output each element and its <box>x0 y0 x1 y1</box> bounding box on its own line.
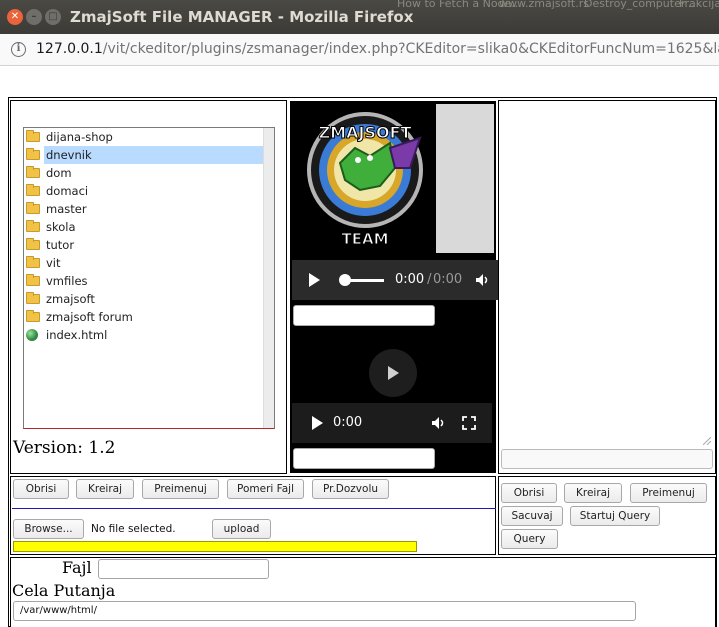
url-path: /vit/ckeditor/plugins/zsmanager/index.ph… <box>102 41 719 57</box>
create-button[interactable]: Kreiraj <box>76 479 134 499</box>
folder-icon <box>26 166 40 178</box>
folder-icon <box>26 256 40 268</box>
upload-progress-bar <box>13 541 417 552</box>
divider-line <box>12 508 496 509</box>
background-tabs: How to Fetch a Node... www.zmajsoft.rs D… <box>389 0 719 12</box>
version-label: Version: 1.2 <box>13 438 116 458</box>
tree-item-zmajsoft-forum[interactable]: zmajsoft forum <box>24 308 264 326</box>
info-icon[interactable]: i <box>11 42 26 57</box>
tree-item-label: dom <box>46 166 72 180</box>
volume-icon[interactable] <box>431 416 445 430</box>
background-tab[interactable]: www.zmajsoft.rs <box>499 0 589 10</box>
folder-icon <box>26 184 40 196</box>
tree-item-vit[interactable]: vit <box>24 254 264 272</box>
query-button[interactable]: Query <box>501 529 558 549</box>
tree-item-index-html[interactable]: index.html <box>24 326 264 344</box>
query-rename-button[interactable]: Preimenuj <box>630 483 707 503</box>
folder-icon <box>26 202 40 214</box>
tree-item-label: master <box>46 202 87 216</box>
tree-item-label: domaci <box>46 184 89 198</box>
tree-scrollbar[interactable] <box>263 128 274 428</box>
query-create-button[interactable]: Kreiraj <box>564 483 622 503</box>
folder-tree[interactable]: dijana-shop dnevnik dom domaci master sk… <box>23 127 275 429</box>
tree-item-tutor[interactable]: tutor <box>24 236 264 254</box>
logo-text-top: ZMAJSOFT <box>319 123 412 142</box>
logo-text-bottom: TEAM <box>341 230 388 248</box>
full-path-value: /var/www/html/ <box>20 605 97 616</box>
rename-button[interactable]: Preimenuj <box>142 479 219 499</box>
audio-caption-input[interactable] <box>293 305 435 326</box>
image-preview-box <box>436 104 494 253</box>
window-titlebar: ✕ – □ ZmajSoft File MANAGER - Mozilla Fi… <box>0 0 719 34</box>
close-window-button[interactable]: ✕ <box>7 9 23 25</box>
tree-item-label: zmajsoft forum <box>46 310 133 324</box>
full-path-label: Cela Putanja <box>12 581 116 600</box>
tree-item-label: index.html <box>46 328 108 342</box>
selected-file-status: No file selected. <box>91 523 176 535</box>
maximize-window-button[interactable]: □ <box>45 9 61 25</box>
full-path-input[interactable] <box>13 601 636 621</box>
video-play-button[interactable] <box>369 349 417 397</box>
browse-button[interactable]: Browse... <box>13 519 84 539</box>
resize-handle-icon[interactable] <box>703 437 711 445</box>
zmajsoft-logo: ZMAJSOFT TEAM <box>307 112 423 249</box>
folder-icon <box>26 274 40 286</box>
video-player-controls[interactable]: 0:00 <box>292 403 492 443</box>
upload-button[interactable]: upload <box>212 519 271 539</box>
tree-item-label: tutor <box>46 238 75 252</box>
url-text[interactable]: 127.0.0.1/vit/ckeditor/plugins/zsmanager… <box>36 41 719 57</box>
tree-item-dijana-shop[interactable]: dijana-shop <box>24 128 264 146</box>
save-button[interactable]: Sacuvaj <box>501 506 563 526</box>
file-name-input[interactable] <box>98 559 269 579</box>
play-icon[interactable] <box>309 273 320 287</box>
tree-item-label: vmfiles <box>46 274 88 288</box>
folder-icon <box>26 148 40 160</box>
tree-item-skola[interactable]: skola <box>24 218 264 236</box>
folder-icon <box>26 292 40 304</box>
move-file-button[interactable]: Pomeri Fajl <box>227 479 304 499</box>
editor-textarea[interactable] <box>500 101 715 447</box>
audio-progress-knob[interactable] <box>339 274 351 286</box>
tree-item-master[interactable]: master <box>24 200 264 218</box>
minimize-window-button[interactable]: – <box>26 9 42 25</box>
window-title: ZmajSoft File MANAGER - Mozilla Firefox <box>70 8 414 26</box>
tree-item-label: dnevnik <box>44 146 264 164</box>
folder-icon <box>26 130 40 142</box>
url-host: 127.0.0.1 <box>36 41 103 57</box>
tree-item-zmajsoft[interactable]: zmajsoft <box>24 290 264 308</box>
video-caption-input[interactable] <box>293 448 435 469</box>
video-current-time: 0:00 <box>333 415 363 430</box>
play-icon <box>388 366 399 380</box>
tree-item-dnevnik[interactable]: dnevnik <box>24 146 264 164</box>
folder-icon <box>26 220 40 232</box>
folder-icon <box>26 238 40 250</box>
play-icon[interactable] <box>312 416 323 430</box>
delete-button[interactable]: Obrisi <box>13 479 69 499</box>
audio-current-time: 0:00 <box>395 272 425 287</box>
url-bar[interactable]: i 127.0.0.1/vit/ckeditor/plugins/zsmanag… <box>0 34 719 66</box>
tree-item-label: zmajsoft <box>46 292 95 306</box>
editor-input[interactable] <box>501 449 713 469</box>
file-label: Fajl <box>62 558 92 577</box>
audio-player[interactable]: 0:00 / 0:00 <box>292 260 498 300</box>
tree-item-domaci[interactable]: domaci <box>24 182 264 200</box>
tree-item-label: skola <box>46 220 76 234</box>
folder-icon <box>26 310 40 322</box>
audio-duration: 0:00 <box>433 272 463 287</box>
tree-item-vmfiles[interactable]: vmfiles <box>24 272 264 290</box>
tree-item-dom[interactable]: dom <box>24 164 264 182</box>
query-delete-button[interactable]: Obrisi <box>501 483 557 503</box>
html-file-icon <box>26 329 38 341</box>
tree-item-label: vit <box>46 256 61 270</box>
background-tab[interactable]: Frakcija... <box>679 0 719 10</box>
volume-icon[interactable] <box>475 273 489 287</box>
fullscreen-icon[interactable] <box>462 416 476 430</box>
permissions-button[interactable]: Pr.Dozvolu <box>312 479 389 499</box>
run-query-button[interactable]: Startuj Query <box>570 506 660 526</box>
tree-item-label: dijana-shop <box>46 130 113 144</box>
